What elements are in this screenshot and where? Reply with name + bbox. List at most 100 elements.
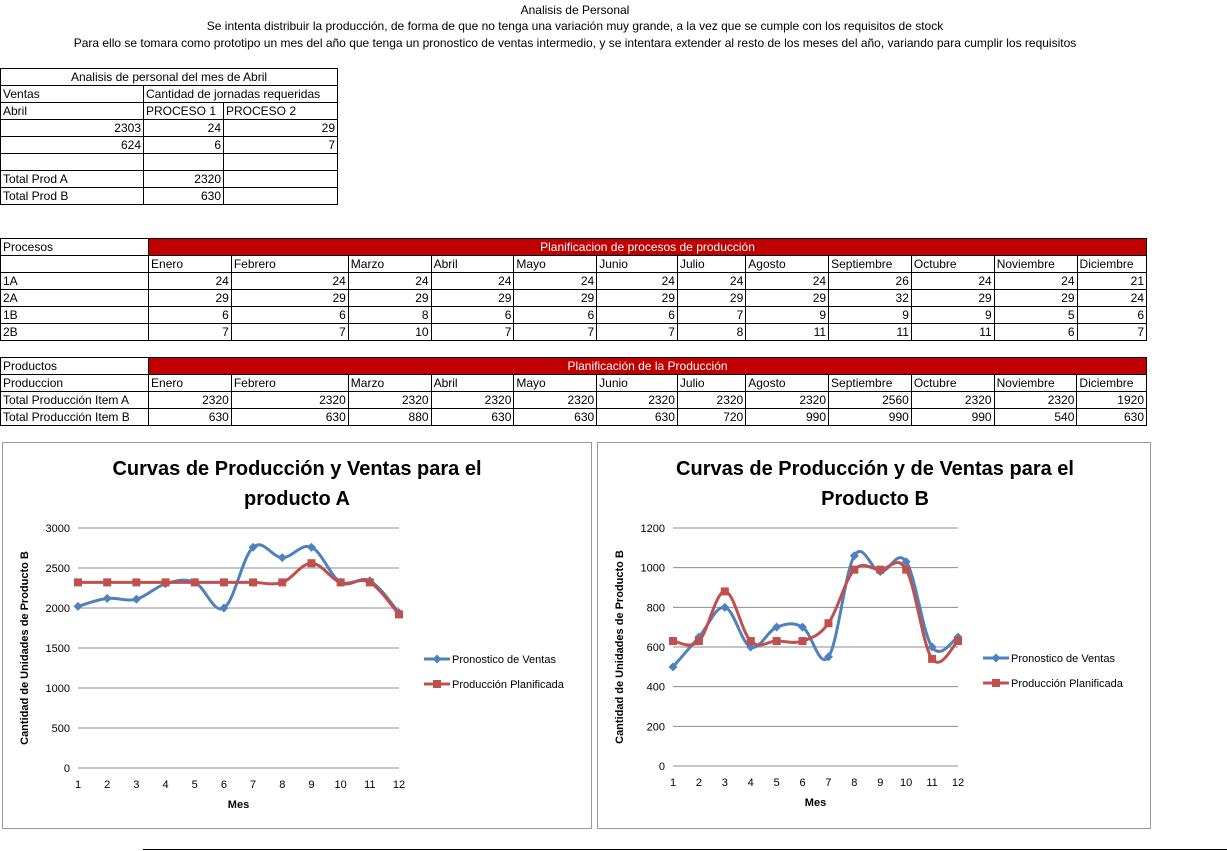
x-tick-label: 2	[696, 777, 702, 789]
chart-title: producto A	[244, 488, 350, 510]
x-tick-label: 10	[900, 777, 912, 789]
table-cell: 2320	[910, 391, 995, 409]
month-header: Marzo	[347, 255, 432, 273]
data-point	[669, 637, 677, 646]
legend-label: Pronostico de Ventas	[452, 654, 556, 666]
table-cell: 29	[513, 289, 598, 307]
table-cell: 6	[993, 323, 1078, 341]
intro-line-1: Se intenta distribuir la producción, de …	[206, 19, 944, 33]
table-cell: 2320	[148, 391, 232, 409]
table-cell: 2320	[676, 391, 747, 409]
table-row: Total Producción Item B 630 630 880 630 630 63…	[0, 408, 1147, 426]
divider	[143, 849, 1227, 850]
legend-marker	[991, 653, 1001, 663]
april-analysis-table: Analisis de personal del mes de Abril Ve…	[0, 68, 339, 205]
table-cell: 2560	[828, 391, 912, 409]
data-point	[74, 578, 82, 587]
month-header: Septiembre	[828, 255, 912, 273]
table-cell: 7	[676, 306, 747, 324]
table-cell: 29	[430, 289, 515, 307]
month-header: Abril	[430, 255, 515, 273]
month-header: Febrero	[230, 374, 349, 392]
x-axis-label: Mes	[805, 797, 826, 809]
table-cell: 24	[1076, 289, 1148, 307]
data-point	[219, 578, 228, 587]
row-label: Total Producción Item B	[0, 408, 150, 426]
legend-label: Pronostico de Ventas	[1011, 653, 1115, 665]
data-point	[876, 565, 885, 574]
table-cell: 24	[745, 272, 830, 290]
chart-title: Producto B	[821, 488, 929, 510]
table-cell: 24	[676, 272, 747, 290]
table-cell: 29	[993, 289, 1078, 307]
month-header: Julio	[676, 255, 747, 273]
y-tick-label: 1000	[46, 683, 70, 695]
y-tick-label: 1000	[641, 563, 665, 575]
table-cell: 26	[828, 272, 912, 290]
x-tick-label: 12	[952, 777, 964, 789]
month-header: Diciembre	[1076, 374, 1147, 392]
legend-marker	[992, 679, 1000, 687]
table-cell: 29	[910, 289, 995, 307]
y-tick-label: 2000	[46, 603, 70, 615]
data-point	[336, 578, 345, 587]
empty-cell	[222, 170, 339, 188]
data-point	[798, 637, 807, 646]
table-cell: 1920	[1076, 391, 1147, 409]
table-cell: 9	[828, 306, 912, 324]
series-line	[78, 561, 401, 616]
table-cell: 7	[596, 323, 678, 341]
x-tick-label: 10	[335, 779, 347, 791]
legend-marker	[433, 680, 441, 688]
produccion-title-banner: Planificación de la Producción	[148, 357, 1147, 375]
chart-product-b: Curvas de Producción y de Ventas para el…	[597, 442, 1151, 829]
y-tick-label: 2500	[46, 563, 70, 575]
month-header: Junio	[596, 374, 678, 392]
month-header: Septiembre	[828, 374, 912, 392]
table-cell: 630	[1076, 408, 1147, 426]
table-cell: 990	[828, 408, 912, 426]
data-point	[824, 619, 833, 628]
x-tick-label: 7	[825, 777, 831, 789]
table-cell: 24	[230, 272, 349, 290]
chart-product-a: Curvas de Producción y Ventas para el pro…	[2, 442, 592, 829]
month-header: Agosto	[745, 374, 830, 392]
data-point	[132, 578, 141, 587]
table-cell: 24	[513, 272, 598, 290]
x-tick-label: 11	[926, 777, 937, 789]
april-cell: 624	[0, 136, 144, 154]
data-point	[278, 578, 287, 587]
y-axis-label: Cantidad de Unidades de Producto B	[19, 551, 31, 745]
data-point	[190, 578, 199, 587]
table-cell: 6	[513, 306, 598, 324]
y-axis-label: Cantidad de Unidades de Producto B	[614, 550, 626, 744]
data-point	[249, 578, 258, 587]
april-cell: 29	[222, 119, 339, 137]
y-tick-label: 1200	[641, 523, 665, 535]
data-point	[746, 637, 755, 646]
month-header: Octubre	[910, 255, 995, 273]
y-tick-label: 200	[647, 721, 665, 733]
table-cell: 630	[148, 408, 232, 426]
table-cell: 11	[828, 323, 912, 341]
table-cell: 9	[910, 306, 995, 324]
chart-a-svg: Curvas de Producción y Ventas para el pro…	[19, 458, 565, 811]
legend-marker	[432, 654, 442, 664]
y-tick-label: 400	[647, 682, 665, 694]
total-a-value: 2320	[143, 170, 224, 188]
empty-cell	[0, 153, 144, 171]
table-cell: 5	[993, 306, 1078, 324]
table-cell: 880	[347, 408, 432, 426]
page-title: Analisis de Personal	[520, 3, 630, 17]
y-tick-label: 1500	[46, 643, 70, 655]
table-cell: 6	[430, 306, 515, 324]
table-cell: 7	[430, 323, 515, 341]
empty-cell	[143, 153, 224, 171]
table-cell: 32	[828, 289, 912, 307]
table-cell: 2320	[230, 391, 349, 409]
data-point	[850, 565, 859, 574]
table-cell: 7	[513, 323, 598, 341]
april-table-title: Analisis de personal del mes de Abril	[0, 68, 339, 86]
row-label: 1B	[0, 306, 150, 324]
table-cell: 630	[513, 408, 598, 426]
